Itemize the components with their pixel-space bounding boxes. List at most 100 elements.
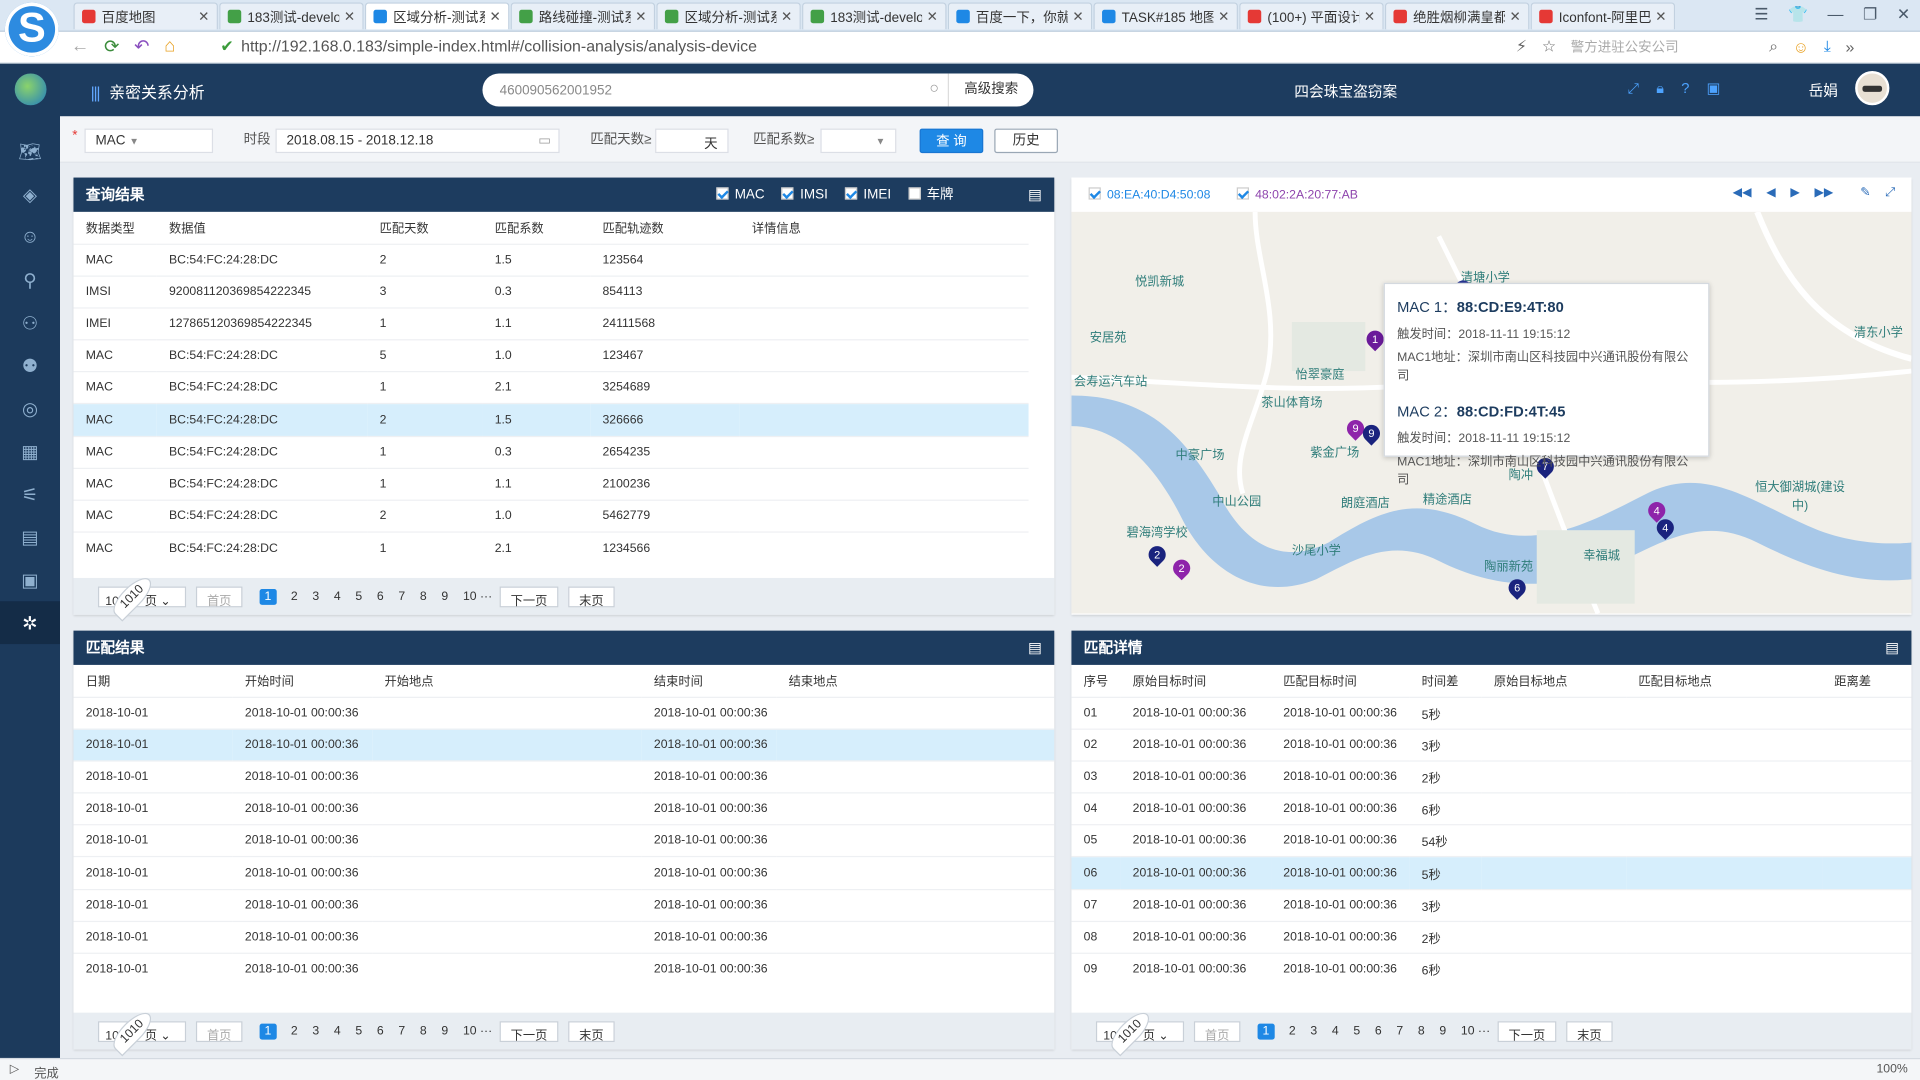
browser-tab[interactable]: Iconfont-阿里巴 ✕ xyxy=(1530,2,1676,30)
table-row[interactable]: 04 2018-10-01 00:00:36 2018-10-01 00:00:36… xyxy=(1071,792,1912,826)
user-name[interactable]: 岳娟 xyxy=(1809,80,1838,101)
column-header[interactable]: 原始目标地点 xyxy=(1482,665,1626,697)
filter-checkbox-IMSI[interactable]: IMSI xyxy=(781,178,828,212)
lightning-icon[interactable]: ⚡ xyxy=(1516,37,1527,57)
map-marker[interactable]: 4 xyxy=(1653,515,1678,540)
search-input[interactable] xyxy=(499,78,916,102)
column-header[interactable]: 结束地点 xyxy=(776,665,1054,697)
page-number[interactable]: 1 xyxy=(259,1023,277,1039)
report-icon[interactable]: ▤ xyxy=(0,516,60,559)
table-row[interactable]: 2018-10-01 2018-10-01 00:00:36 2018-10-01 … xyxy=(73,824,1055,858)
next-page-button[interactable]: 下一页 xyxy=(1497,1020,1557,1043)
device-icon[interactable]: ▣ xyxy=(0,558,60,601)
browser-tab[interactable]: 183测试-develo ✕ xyxy=(219,2,364,30)
help-icon[interactable]: ? xyxy=(1681,80,1689,98)
checkbox[interactable] xyxy=(781,187,795,200)
table-row[interactable]: 2018-10-01 2018-10-01 00:00:36 2018-10-01 … xyxy=(73,728,1055,761)
tab-close-icon[interactable]: ✕ xyxy=(1072,9,1083,25)
filter-checkbox-车牌[interactable]: 车牌 xyxy=(908,178,954,212)
last-page-button[interactable]: 末页 xyxy=(568,585,615,608)
browser-tab[interactable]: 绝胜烟柳满皇都 ✕ xyxy=(1384,2,1530,30)
checkbox[interactable] xyxy=(1236,187,1249,200)
table-row[interactable]: 09 2018-10-01 00:00:36 2018-10-01 00:00:36… xyxy=(1071,952,1912,986)
page-number[interactable]: 9 xyxy=(1439,1024,1446,1037)
map-marker[interactable]: 2 xyxy=(1145,542,1170,567)
checkbox[interactable] xyxy=(716,187,729,200)
match-coef-select[interactable]: ▼ xyxy=(820,128,897,154)
page-number[interactable]: 6 xyxy=(377,1024,384,1037)
person-icon[interactable]: ☺ xyxy=(0,216,60,259)
browser-tab[interactable]: TASK#185 地图 ✕ xyxy=(1093,2,1238,30)
next-page-button[interactable]: 下一页 xyxy=(499,585,559,608)
antenna-icon[interactable]: ⚲ xyxy=(0,258,60,301)
fullscreen-icon[interactable]: ⤢ xyxy=(1627,80,1639,98)
column-header[interactable]: 匹配目标地点 xyxy=(1626,665,1822,697)
refresh-icon[interactable]: ⟳ xyxy=(104,36,119,58)
tab-close-icon[interactable]: ✕ xyxy=(1510,9,1521,25)
page-number[interactable]: 1 xyxy=(259,588,277,605)
page-number[interactable]: 6 xyxy=(377,590,384,603)
column-header[interactable]: 数据类型 xyxy=(73,212,156,244)
avatar[interactable] xyxy=(1855,71,1890,106)
table-row[interactable]: 2018-10-01 2018-10-01 00:00:36 2018-10-01 … xyxy=(73,856,1055,890)
column-header[interactable]: 结束时间 xyxy=(642,665,777,697)
column-header[interactable]: 匹配系数 xyxy=(482,212,590,244)
browser-tab[interactable]: (100+) 平面设计 ✕ xyxy=(1239,2,1384,30)
rewind-icon[interactable]: ◀◀ xyxy=(1733,186,1752,199)
table-row[interactable]: 03 2018-10-01 00:00:36 2018-10-01 00:00:36… xyxy=(1071,760,1912,793)
advanced-search-button[interactable]: 高级搜索 xyxy=(947,73,1034,107)
table-row[interactable]: MAC BC:54:FC:24:28:DC 2 1.0 5462779 xyxy=(73,499,1029,533)
query-button[interactable]: 查 询 xyxy=(919,128,984,154)
page-number[interactable]: 2 xyxy=(291,590,298,603)
table-row[interactable]: MAC BC:54:FC:24:28:DC 1 2.1 1234566 xyxy=(73,531,1029,565)
lock-icon[interactable]: 🔒︎ xyxy=(1656,80,1664,98)
more-icon[interactable]: » xyxy=(1845,37,1854,55)
map-canvas[interactable]: 悦凯新城 清塘小学 安居苑 会寿运汽车站 怡翠豪庭 茶山体育场 中豪广场 紫金广场 中山公园 朗庭… xyxy=(1071,211,1912,614)
page-number[interactable]: 2 xyxy=(291,1024,298,1037)
restore-icon[interactable]: ❐ xyxy=(1863,5,1877,25)
tab-close-icon[interactable]: ✕ xyxy=(490,9,501,25)
route-icon[interactable]: ⚟ xyxy=(0,473,60,516)
next-icon[interactable]: ▶ xyxy=(1790,186,1799,199)
page-number[interactable]: 8 xyxy=(1418,1024,1425,1037)
browser-tab[interactable]: 区域分析-测试系 ✕ xyxy=(656,2,801,30)
tab-close-icon[interactable]: ✕ xyxy=(1364,9,1375,25)
column-header[interactable]: 序号 xyxy=(1071,665,1120,697)
prev-icon[interactable]: ◀ xyxy=(1766,186,1775,199)
page-number[interactable]: 3 xyxy=(1310,1024,1317,1037)
column-header[interactable]: 开始时间 xyxy=(233,665,373,697)
table-row[interactable]: MAC BC:54:FC:24:28:DC 1 0.3 2654235 xyxy=(73,435,1029,469)
page-number[interactable]: 2 xyxy=(1289,1024,1296,1037)
search-icon[interactable]: ⌕ xyxy=(1769,37,1778,57)
browser-tab[interactable]: 183测试-develo ✕ xyxy=(802,2,947,30)
column-header[interactable]: 匹配天数 xyxy=(367,212,482,244)
table-row[interactable]: MAC BC:54:FC:24:28:DC 2 1.5 326666 xyxy=(73,403,1029,437)
table-row[interactable]: MAC BC:54:FC:24:28:DC 5 1.0 123467 xyxy=(73,339,1029,372)
undo-icon[interactable]: ↶ xyxy=(134,36,149,58)
checkbox[interactable] xyxy=(845,187,858,200)
download-folder-icon[interactable]: ▤ xyxy=(1028,178,1042,212)
download-folder-icon[interactable]: ▤ xyxy=(1028,631,1042,665)
page-number[interactable]: 7 xyxy=(398,1024,405,1037)
tab-close-icon[interactable]: ✕ xyxy=(781,9,792,25)
filter-checkbox-IMEI[interactable]: IMEI xyxy=(845,178,891,212)
table-row[interactable]: 2018-10-01 2018-10-01 00:00:36 2018-10-01 … xyxy=(73,952,1055,986)
column-header[interactable]: 数据值 xyxy=(157,212,368,244)
page-number[interactable]: 4 xyxy=(334,1024,341,1037)
page-number[interactable]: 7 xyxy=(398,590,405,603)
browser-tab[interactable]: 路线碰撞-测试系 ✕ xyxy=(510,2,656,30)
tab-close-icon[interactable]: ✕ xyxy=(344,9,355,25)
page-number[interactable]: 10 ··· xyxy=(463,590,492,603)
next-page-button[interactable]: 下一页 xyxy=(499,1020,559,1043)
cluster-icon[interactable]: ◈ xyxy=(0,173,60,216)
table-row[interactable]: 07 2018-10-01 00:00:36 2018-10-01 00:00:36… xyxy=(1071,888,1912,922)
minimize-icon[interactable]: — xyxy=(1827,5,1843,25)
table-row[interactable]: MAC BC:54:FC:24:28:DC 1 2.1 3254689 xyxy=(73,371,1029,405)
column-header[interactable]: 日期 xyxy=(73,665,232,697)
table-row[interactable]: 08 2018-10-01 00:00:36 2018-10-01 00:00:36… xyxy=(1071,920,1912,954)
tab-close-icon[interactable]: ✕ xyxy=(198,9,209,25)
tab-close-icon[interactable]: ✕ xyxy=(635,9,646,25)
first-page-button[interactable]: 首页 xyxy=(195,585,243,608)
page-number[interactable]: 7 xyxy=(1396,1024,1403,1037)
tab-close-icon[interactable]: ✕ xyxy=(1655,9,1666,25)
